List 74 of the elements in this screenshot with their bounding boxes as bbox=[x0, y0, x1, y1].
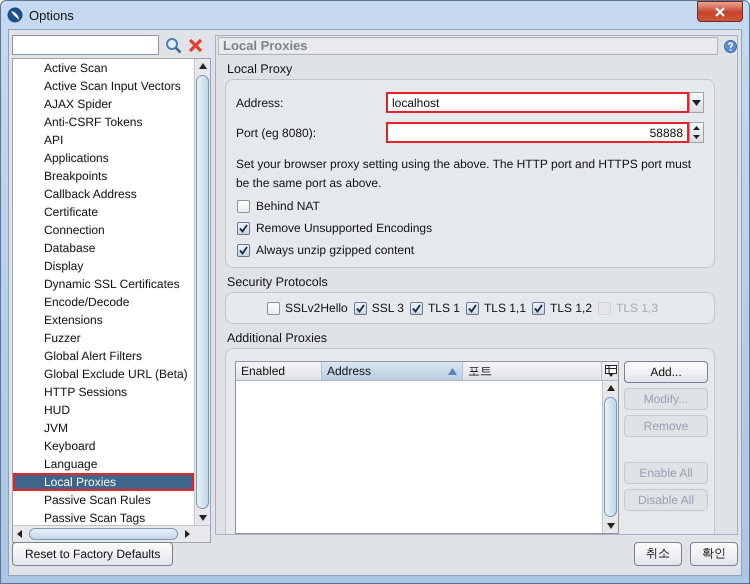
clear-icon[interactable] bbox=[188, 38, 203, 52]
checkbox[interactable] bbox=[466, 302, 479, 314]
scrollbar[interactable] bbox=[13, 525, 210, 542]
checkbox-label: SSL 3 bbox=[372, 301, 404, 315]
checkbox[interactable] bbox=[237, 244, 250, 256]
column-chooser-icon[interactable] bbox=[605, 365, 617, 378]
column-header[interactable]: Address bbox=[322, 362, 463, 380]
checkbox-label: Remove Unsupported Encodings bbox=[256, 221, 432, 235]
close-button[interactable] bbox=[697, 1, 743, 22]
window-title: Options bbox=[29, 8, 74, 22]
checkbox[interactable] bbox=[267, 302, 280, 314]
checkbox-label: Always unzip gzipped content bbox=[256, 243, 414, 257]
group-title: Additional Proxies bbox=[227, 331, 328, 345]
tree-item[interactable]: Local Proxies bbox=[13, 473, 194, 491]
port-field[interactable]: 58888 bbox=[386, 122, 689, 143]
tree-item[interactable]: Anti-CSRF Tokens bbox=[13, 113, 194, 131]
help-icon[interactable] bbox=[724, 40, 737, 52]
column-header[interactable]: 포트 bbox=[463, 362, 602, 380]
tree-item[interactable]: AJAX Spider bbox=[13, 95, 194, 113]
checkbox[interactable] bbox=[237, 200, 250, 212]
tree-item[interactable]: Global Exclude URL (Beta) bbox=[13, 365, 194, 383]
tree-item[interactable]: Fuzzer bbox=[13, 329, 194, 347]
tree-item[interactable]: Passive Scan Rules bbox=[13, 491, 194, 509]
action-button[interactable]: Add... bbox=[624, 361, 708, 383]
spinner[interactable] bbox=[689, 122, 704, 143]
checkbox-label: TLS 1,1 bbox=[484, 301, 526, 315]
tree-item[interactable]: Dynamic SSL Certificates bbox=[13, 275, 194, 293]
tree-item[interactable]: Passive Scan Tags bbox=[13, 509, 194, 525]
tree-item[interactable]: Encode/Decode bbox=[13, 293, 194, 311]
app-logo-icon bbox=[7, 7, 23, 23]
tree-item[interactable]: Keyboard bbox=[13, 437, 194, 455]
checkbox-label: SSLv2Hello bbox=[285, 301, 348, 315]
scrollbar[interactable] bbox=[602, 381, 618, 533]
checkbox[interactable] bbox=[354, 302, 367, 314]
address-dropdown[interactable]: localhost bbox=[386, 92, 689, 113]
checkbox-label: Behind NAT bbox=[256, 199, 320, 213]
tree-item[interactable]: Breakpoints bbox=[13, 167, 194, 185]
panel-title: Local Proxies bbox=[218, 37, 718, 55]
field-label: Port (eg 8080): bbox=[236, 126, 318, 140]
tree-item[interactable]: Callback Address bbox=[13, 185, 194, 203]
checkbox[interactable] bbox=[237, 222, 250, 234]
checkbox[interactable] bbox=[410, 302, 423, 314]
sort-arrow-icon bbox=[448, 368, 457, 374]
tree-item[interactable]: Extensions bbox=[13, 311, 194, 329]
caret-icon bbox=[692, 100, 701, 106]
group-title: Local Proxy bbox=[227, 62, 294, 76]
checkbox-label: TLS 1,3 bbox=[616, 301, 658, 315]
help-text: Set your browser proxy setting using the above. The HTTP port and HTTPS port must be the same port as above. bbox=[236, 156, 692, 192]
tree-item[interactable]: Active Scan Input Vectors bbox=[13, 77, 194, 95]
scrollbar[interactable] bbox=[194, 59, 210, 525]
tree-item[interactable]: Active Scan bbox=[13, 59, 194, 77]
dropdown-button[interactable] bbox=[689, 92, 704, 113]
search-field[interactable] bbox=[12, 35, 159, 55]
search-icon[interactable] bbox=[165, 36, 182, 54]
close-icon bbox=[715, 6, 725, 16]
tree-item[interactable]: HTTP Sessions bbox=[13, 383, 194, 401]
tree-item[interactable]: Display bbox=[13, 257, 194, 275]
tree-item[interactable]: Certificate bbox=[13, 203, 194, 221]
group-title: Security Protocols bbox=[227, 275, 329, 289]
dialog-button[interactable]: 취소 bbox=[634, 542, 682, 566]
tree-item[interactable]: Database bbox=[13, 239, 194, 257]
tree-item[interactable]: Language bbox=[13, 455, 194, 473]
checkbox-label: TLS 1 bbox=[428, 301, 460, 315]
tree-item[interactable]: Connection bbox=[13, 221, 194, 239]
field-label: Address: bbox=[236, 96, 284, 110]
checkbox[interactable] bbox=[532, 302, 545, 314]
checkbox-label: TLS 1,2 bbox=[550, 301, 592, 315]
tree-item[interactable]: API bbox=[13, 131, 194, 149]
dialog-button[interactable]: 확인 bbox=[690, 542, 738, 566]
reset-button[interactable]: Reset to Factory Defaults bbox=[12, 542, 174, 566]
tree-item[interactable]: Applications bbox=[13, 149, 194, 167]
tree-item[interactable]: JVM bbox=[13, 419, 194, 437]
tree-item[interactable]: HUD bbox=[13, 401, 194, 419]
tree-item[interactable]: Global Alert Filters bbox=[13, 347, 194, 365]
